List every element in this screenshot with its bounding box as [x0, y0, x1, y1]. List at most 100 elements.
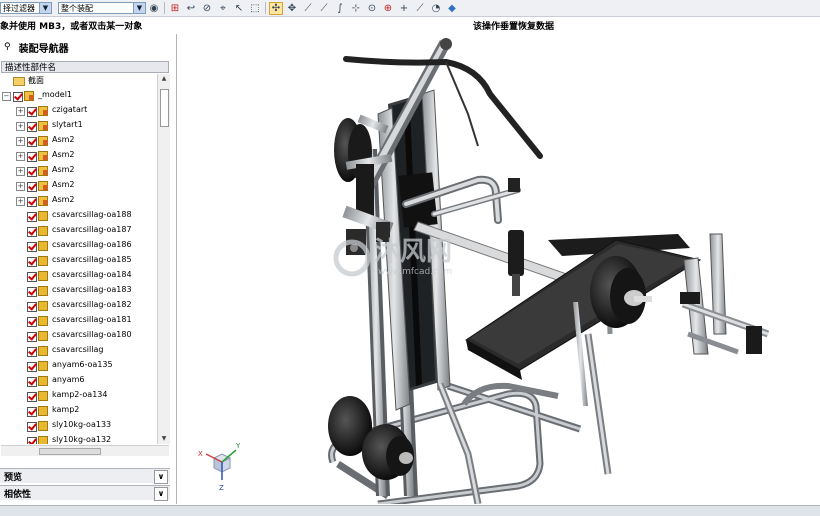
tree-node[interactable]: + Asm2: [1, 164, 157, 179]
tree-node[interactable]: + Asm2: [1, 179, 157, 194]
tree-node[interactable]: − _model1: [1, 89, 157, 104]
scroll-down-icon[interactable]: ▼: [158, 434, 170, 444]
visibility-checkbox[interactable]: [27, 317, 37, 327]
tree-node[interactable]: csavarcsillag-oa188: [1, 209, 157, 224]
tree-node-label: _model1: [38, 90, 72, 99]
visibility-checkbox[interactable]: [27, 422, 37, 432]
visibility-checkbox[interactable]: [27, 257, 37, 267]
tree-node[interactable]: sly10kg-oa133: [1, 419, 157, 434]
tangent-icon[interactable]: ⟋: [413, 2, 427, 15]
visibility-checkbox[interactable]: [27, 227, 37, 237]
visibility-checkbox[interactable]: [27, 332, 37, 342]
expand-toggle-icon[interactable]: +: [16, 197, 25, 206]
tree-node[interactable]: csavarcsillag-oa182: [1, 299, 157, 314]
filter-icon[interactable]: ◉: [147, 2, 161, 15]
part-icon: [38, 301, 48, 311]
visibility-checkbox[interactable]: [27, 242, 37, 252]
tree-node[interactable]: csavarcsillag-oa181: [1, 314, 157, 329]
visibility-checkbox[interactable]: [27, 347, 37, 357]
undo-icon[interactable]: ↩: [184, 2, 198, 15]
point-icon[interactable]: +: [397, 2, 411, 15]
column-header[interactable]: 描述性部件名: [1, 61, 169, 73]
move-icon[interactable]: ✥: [285, 2, 299, 15]
visibility-checkbox[interactable]: [27, 272, 37, 282]
circle-center-icon[interactable]: ⊙: [365, 2, 379, 15]
tree-node[interactable]: + Asm2: [1, 134, 157, 149]
cube-icon[interactable]: ◆: [445, 2, 459, 15]
expand-toggle-icon[interactable]: +: [16, 182, 25, 191]
visibility-checkbox[interactable]: [27, 182, 37, 192]
tree-node[interactable]: csavarcsillag-oa185: [1, 254, 157, 269]
visibility-checkbox[interactable]: [27, 287, 37, 297]
assembly-tree: 截面 − _model1 + czigatart + slytart1 + Asm2 + Asm2 +…: [1, 74, 157, 444]
line-icon[interactable]: ⟋: [301, 2, 315, 15]
lasso-icon[interactable]: ⊘: [200, 2, 214, 15]
visibility-checkbox[interactable]: [27, 152, 37, 162]
visibility-checkbox[interactable]: [27, 437, 37, 444]
tree-node[interactable]: csavarcsillag-oa180: [1, 329, 157, 344]
tree-node-label: anyam6: [52, 375, 85, 384]
tree-vertical-scrollbar[interactable]: ▲ ▼: [157, 74, 170, 444]
visibility-checkbox[interactable]: [27, 362, 37, 372]
box-select-icon[interactable]: ⬚: [248, 2, 262, 15]
expand-toggle-icon[interactable]: +: [16, 167, 25, 176]
arrow-select-icon[interactable]: ↖: [232, 2, 246, 15]
tree-node-label: Asm2: [52, 165, 75, 174]
snap-toggle-icon[interactable]: ✣: [269, 1, 283, 15]
quadrant-icon[interactable]: ⊕: [381, 2, 395, 15]
scroll-thumb[interactable]: [160, 89, 169, 127]
expand-toggle-icon[interactable]: −: [2, 92, 11, 101]
visibility-checkbox[interactable]: [27, 122, 37, 132]
pin-icon[interactable]: ⚲: [4, 42, 11, 52]
scroll-up-icon[interactable]: ▲: [158, 74, 170, 84]
selection-filter-dropdown[interactable]: 择过滤器 ▼: [0, 2, 52, 14]
select-icon[interactable]: ⌖: [216, 2, 230, 15]
midpoint-icon[interactable]: ⟋: [317, 2, 331, 15]
dependencies-panel-header[interactable]: 相依性 ∨: [0, 485, 170, 501]
visibility-checkbox[interactable]: [27, 137, 37, 147]
part-icon: [38, 331, 48, 341]
tree-node[interactable]: csavarcsillag-oa183: [1, 284, 157, 299]
scope-dropdown[interactable]: 整个装配 ▼: [58, 2, 146, 14]
view-icon[interactable]: ◔: [429, 2, 443, 15]
expand-toggle-icon[interactable]: +: [16, 137, 25, 146]
tree-node[interactable]: csavarcsillag-oa186: [1, 239, 157, 254]
visibility-checkbox[interactable]: [27, 392, 37, 402]
visibility-checkbox[interactable]: [27, 107, 37, 117]
preview-panel-header[interactable]: 预览 ∨: [0, 468, 170, 484]
tree-node[interactable]: kamp2-oa134: [1, 389, 157, 404]
expand-toggle-icon[interactable]: +: [16, 152, 25, 161]
assembly-model-view[interactable]: 沐风网 www.mfcad.com X Y Z: [178, 34, 820, 508]
visibility-checkbox[interactable]: [27, 407, 37, 417]
intersect-icon[interactable]: ⊹: [349, 2, 363, 15]
expand-toggle-icon[interactable]: +: [16, 107, 25, 116]
tree-node[interactable]: + czigatart: [1, 104, 157, 119]
tree-node[interactable]: anyam6: [1, 374, 157, 389]
part-icon: [38, 391, 48, 401]
chevron-down-icon[interactable]: ∨: [154, 487, 168, 501]
tree-node[interactable]: csavarcsillag-oa184: [1, 269, 157, 284]
tree-node[interactable]: + Asm2: [1, 194, 157, 209]
visibility-checkbox[interactable]: [13, 92, 23, 102]
visibility-checkbox[interactable]: [27, 167, 37, 177]
graphics-window[interactable]: 沐风网 www.mfcad.com X Y Z: [178, 34, 820, 508]
chevron-down-icon[interactable]: ∨: [154, 470, 168, 484]
tree-node[interactable]: + slytart1: [1, 119, 157, 134]
expand-toggle-icon[interactable]: +: [16, 122, 25, 131]
visibility-checkbox[interactable]: [27, 197, 37, 207]
tree-node[interactable]: csavarcsillag: [1, 344, 157, 359]
tree-node[interactable]: kamp2: [1, 404, 157, 419]
visibility-checkbox[interactable]: [27, 302, 37, 312]
tree-node[interactable]: + Asm2: [1, 149, 157, 164]
visibility-checkbox[interactable]: [27, 377, 37, 387]
tree-node[interactable]: csavarcsillag-oa187: [1, 224, 157, 239]
tree-node[interactable]: anyam6-oa135: [1, 359, 157, 374]
tree-horizontal-scrollbar[interactable]: [1, 445, 169, 456]
hscroll-thumb[interactable]: [39, 448, 101, 455]
tree-node[interactable]: 截面: [1, 74, 157, 89]
tree-node[interactable]: sly10kg-oa132: [1, 434, 157, 444]
tree-node-label: Asm2: [52, 135, 75, 144]
curve-icon[interactable]: ∫: [333, 2, 347, 15]
visibility-checkbox[interactable]: [27, 212, 37, 222]
snap-point-icon[interactable]: ⊞: [168, 2, 182, 15]
